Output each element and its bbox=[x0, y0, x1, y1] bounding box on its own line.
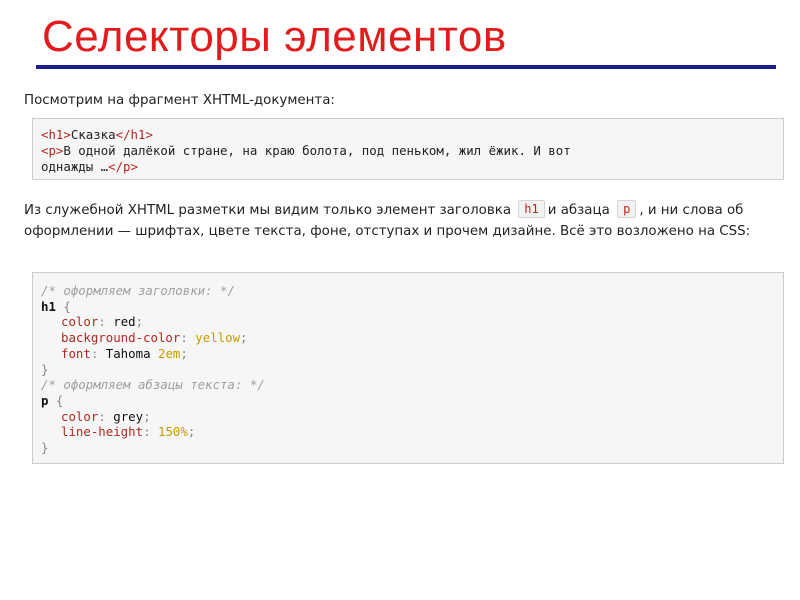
h1-text: Сказка bbox=[70, 127, 116, 142]
css-value: 150% bbox=[157, 424, 188, 440]
css-decl-line-height: line-height: 150%; bbox=[41, 424, 775, 440]
explanation-text-1: Из служебной XHTML разметки мы видим тол… bbox=[24, 203, 512, 218]
h1-open-tag: <h1> bbox=[41, 127, 71, 142]
css-rule-p-open: p { bbox=[41, 393, 775, 409]
css-brace-close: } bbox=[41, 361, 49, 377]
css-semicolon: ; bbox=[135, 314, 144, 330]
explanation-text-2: и абзаца bbox=[547, 203, 610, 218]
css-prop: line-height bbox=[61, 424, 144, 440]
css-value: Tahoma bbox=[105, 345, 151, 361]
css-prop: background-color bbox=[61, 330, 181, 346]
css-colon: : bbox=[143, 424, 158, 440]
css-semicolon: ; bbox=[187, 424, 196, 440]
inline-code-p: p bbox=[617, 200, 637, 218]
css-decl-color-grey: color: grey; bbox=[41, 409, 775, 425]
css-semicolon: ; bbox=[240, 330, 248, 346]
css-prop: color bbox=[61, 314, 99, 330]
p-text-cont: однажды … bbox=[41, 159, 109, 174]
css-brace-open: { bbox=[55, 298, 71, 314]
css-semicolon: ; bbox=[180, 345, 188, 361]
css-code-block: /* оформляем заголовки: */ h1 { color: r… bbox=[32, 272, 784, 464]
css-colon: : bbox=[98, 408, 114, 424]
css-comment-headings: /* оформляем заголовки: */ bbox=[41, 283, 235, 298]
css-brace-close: } bbox=[41, 440, 49, 456]
inline-code-h1: h1 bbox=[518, 200, 545, 218]
css-decl-font: font: Tahoma 2em; bbox=[41, 346, 775, 362]
html-code-line-2: <p>В одной далёкой стране, на краю болот… bbox=[41, 143, 775, 159]
css-comment-paragraphs: /* оформляем абзацы текста: */ bbox=[41, 377, 265, 393]
css-value: yellow bbox=[195, 330, 241, 346]
slide-title: Селекторы элементов bbox=[42, 12, 507, 61]
p-text: В одной далёкой стране, на краю болота, … bbox=[63, 143, 571, 158]
css-selector-h1: h1 bbox=[41, 298, 56, 314]
css-colon: : bbox=[180, 330, 196, 346]
css-prop: font bbox=[61, 345, 91, 361]
css-decl-color: color: red; bbox=[41, 314, 775, 330]
p-open-tag: <p> bbox=[41, 143, 64, 158]
css-semicolon: ; bbox=[143, 408, 151, 424]
explanation-paragraph: Из служебной XHTML разметки мы видим тол… bbox=[24, 200, 794, 242]
html-code-block: <h1>Сказка</h1> <p>В одной далёкой стран… bbox=[32, 118, 784, 180]
css-value: red bbox=[113, 314, 136, 330]
html-code-line-1: <h1>Сказка</h1> bbox=[41, 127, 775, 143]
css-value: grey bbox=[113, 408, 144, 424]
title-divider bbox=[36, 65, 776, 69]
css-brace-open: { bbox=[48, 392, 64, 408]
css-prop: color bbox=[61, 408, 99, 424]
h1-close-tag: </h1> bbox=[115, 127, 153, 142]
html-code-line-3: однажды …</p> bbox=[41, 159, 775, 175]
css-value: 2em bbox=[158, 345, 181, 361]
css-colon: : bbox=[98, 314, 114, 330]
intro-paragraph: Посмотрим на фрагмент XHTML-документа: bbox=[24, 93, 335, 108]
css-rule-h1-open: h1 { bbox=[41, 299, 775, 315]
css-colon: : bbox=[90, 345, 106, 361]
p-close-tag: </p> bbox=[108, 159, 138, 174]
css-decl-background: background-color: yellow; bbox=[41, 330, 775, 346]
